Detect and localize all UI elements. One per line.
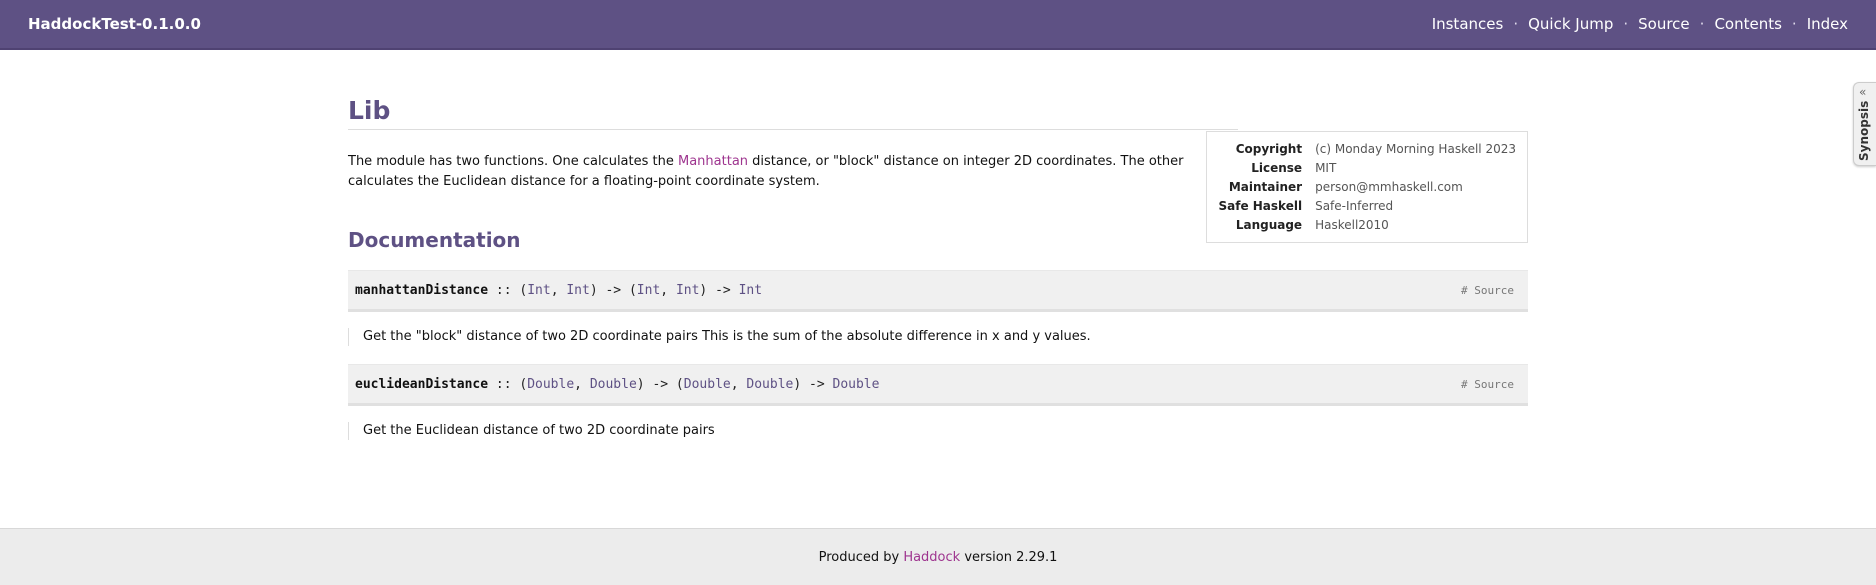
sig-comma: ,: [574, 376, 590, 392]
info-value: (c) Monday Morning Haskell 2023: [1315, 142, 1516, 156]
source-link[interactable]: Source: [1474, 284, 1514, 297]
function-signature: euclideanDistance :: (Double, Double) ->…: [355, 377, 879, 392]
type-link[interactable]: Int: [527, 283, 550, 298]
signature-bar: manhattanDistance :: (Int, Int) -> (Int,…: [348, 270, 1528, 312]
menu-separator: ·: [1623, 15, 1629, 33]
info-value: Haskell2010: [1315, 218, 1389, 232]
haddock-link[interactable]: Haddock: [903, 550, 960, 565]
info-value: MIT: [1315, 161, 1337, 175]
anchor-link[interactable]: #: [1461, 284, 1468, 297]
sig-comma: ,: [730, 376, 747, 392]
footer: Produced by Haddock version 2.29.1: [0, 528, 1876, 585]
function-name[interactable]: euclideanDistance: [355, 377, 488, 392]
synopsis-label: Synopsis: [1857, 100, 1871, 161]
menu-separator: ·: [1699, 15, 1705, 33]
info-key: Language: [1235, 218, 1303, 232]
info-row-license: License MIT: [1217, 160, 1517, 176]
module-title: Lib: [348, 96, 1238, 130]
footer-prefix: Produced by: [818, 549, 904, 565]
info-value: Safe-Inferred: [1315, 199, 1394, 213]
info-row-language: Language Haskell2010: [1217, 217, 1517, 233]
anchor-link[interactable]: #: [1461, 378, 1468, 391]
type-link[interactable]: Int: [637, 283, 660, 298]
info-row-safe-haskell: Safe Haskell Safe-Inferred: [1217, 198, 1517, 214]
function-doc: Get the "block" distance of two 2D coord…: [348, 328, 1528, 346]
package-header: HaddockTest-0.1.0.0 Instances · Quick Ju…: [0, 0, 1876, 50]
signature-bar: euclideanDistance :: (Double, Double) ->…: [348, 364, 1528, 406]
page-menu: Instances · Quick Jump · Source · Conten…: [1432, 15, 1848, 33]
function-name[interactable]: manhattanDistance: [355, 283, 488, 298]
footer-suffix: version 2.29.1: [960, 549, 1058, 565]
sig-double-colon: ::: [488, 376, 520, 392]
menu-instances[interactable]: Instances: [1432, 15, 1504, 33]
type-link[interactable]: Double: [590, 377, 637, 392]
manhattan-link[interactable]: Manhattan: [678, 154, 748, 169]
synopsis-tab[interactable]: « Synopsis: [1853, 82, 1876, 166]
info-key: License: [1251, 161, 1303, 175]
type-link[interactable]: Int: [566, 283, 589, 298]
menu-separator: ·: [1791, 15, 1797, 33]
content: Copyright (c) Monday Morning Haskell 202…: [348, 50, 1528, 458]
double-chevron-left-icon: «: [1859, 85, 1867, 99]
function-euclidean-distance: euclideanDistance :: (Double, Double) ->…: [348, 364, 1528, 440]
type-link[interactable]: Double: [527, 377, 574, 392]
sig-double-colon: ::: [488, 282, 520, 298]
module-header: Copyright (c) Monday Morning Haskell 202…: [348, 96, 1528, 243]
module-description: The module has two functions. One calcul…: [348, 152, 1218, 192]
sig-arrow: ) ->: [699, 282, 739, 298]
menu-contents[interactable]: Contents: [1714, 15, 1781, 33]
signature-links: # Source: [1461, 378, 1514, 391]
function-manhattan-distance: manhattanDistance :: (Int, Int) -> (Int,…: [348, 270, 1528, 346]
function-doc: Get the Euclidean distance of two 2D coo…: [348, 422, 1528, 440]
info-key: Safe Haskell: [1218, 199, 1303, 213]
type-link[interactable]: Int: [739, 283, 762, 298]
type-link[interactable]: Double: [833, 377, 880, 392]
sig-arrow: ) -> (: [589, 282, 637, 298]
menu-index[interactable]: Index: [1807, 15, 1848, 33]
info-value: person@mmhaskell.com: [1315, 180, 1463, 194]
info-key: Copyright: [1235, 142, 1303, 156]
info-row-maintainer: Maintainer person@mmhaskell.com: [1217, 179, 1517, 195]
sig-comma: ,: [660, 282, 676, 298]
menu-separator: ·: [1513, 15, 1519, 33]
package-caption: HaddockTest-0.1.0.0: [28, 15, 201, 33]
type-link[interactable]: Double: [684, 377, 731, 392]
sig-comma: ,: [550, 282, 567, 298]
function-signature: manhattanDistance :: (Int, Int) -> (Int,…: [355, 283, 762, 298]
info-row-copyright: Copyright (c) Monday Morning Haskell 202…: [1217, 141, 1517, 157]
sig-arrow: ) -> (: [636, 376, 684, 392]
signature-links: # Source: [1461, 284, 1514, 297]
source-link[interactable]: Source: [1474, 378, 1514, 391]
description-text: The module has two functions. One calcul…: [348, 154, 678, 169]
menu-source[interactable]: Source: [1638, 15, 1690, 33]
info-key: Maintainer: [1228, 180, 1303, 194]
sig-arrow: ) ->: [793, 376, 833, 392]
module-info-table: Copyright (c) Monday Morning Haskell 202…: [1206, 131, 1528, 243]
menu-quick-jump[interactable]: Quick Jump: [1528, 15, 1613, 33]
type-link[interactable]: Double: [746, 377, 793, 392]
type-link[interactable]: Int: [676, 283, 699, 298]
